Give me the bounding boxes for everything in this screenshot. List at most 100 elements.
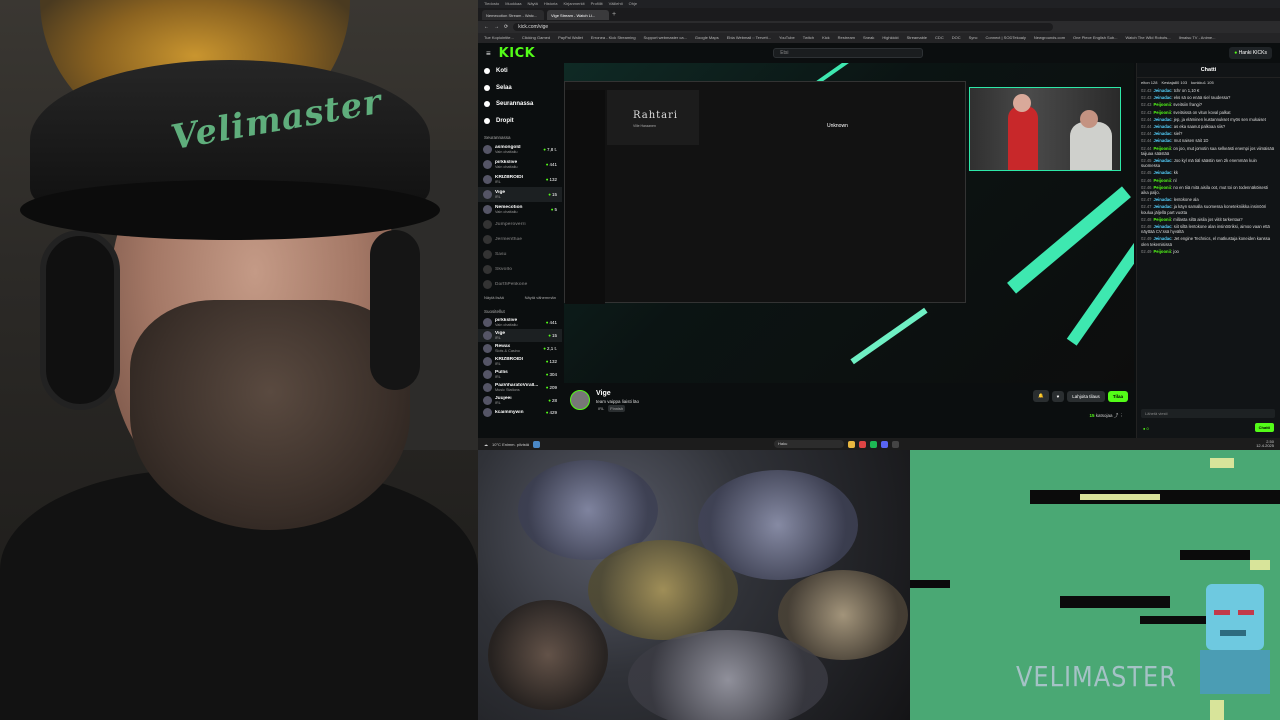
chat-input[interactable]: Lähetä viesti — [1141, 409, 1275, 418]
bookmark[interactable]: Sync — [969, 35, 978, 41]
channel-item[interactable]: JuujeeiIRL28 — [478, 394, 562, 407]
stream-tag[interactable]: Finnish — [608, 405, 626, 412]
nav-browse[interactable]: Selaa — [478, 80, 562, 97]
channel-item[interactable]: kcaimmywin 429 — [478, 407, 562, 418]
browser-tab-active[interactable]: Vige Stream - Watch Li... — [547, 9, 609, 20]
bookmark[interactable]: CDC — [935, 35, 944, 41]
menu-item[interactable]: Näytä — [527, 1, 537, 7]
channel-item-offline[interactable]: Skvollo — [478, 262, 562, 277]
video-player[interactable]: Rahtari Ville Haraanen Unknown — [564, 63, 1134, 383]
spotify-icon[interactable] — [869, 440, 877, 448]
channel-item[interactable]: PullisIRL304 — [478, 368, 562, 381]
chat-username[interactable]: Peijoonii — [1153, 110, 1170, 115]
chat-username[interactable]: Jeinadac — [1153, 197, 1171, 202]
bookmark[interactable]: DOC — [952, 35, 961, 41]
streamer-name[interactable]: Vige — [596, 390, 639, 397]
menu-item[interactable]: Välilehti — [609, 1, 623, 7]
channel-item[interactable]: pirkksliveVain chattailu441 — [478, 157, 562, 172]
bookmark[interactable]: PayPal Wallet — [558, 35, 583, 41]
menu-item[interactable]: Tiedosto — [484, 1, 499, 7]
bookmark[interactable]: Watch The Wild Robots... — [1126, 35, 1171, 41]
chat-username[interactable]: Jeinadac — [1153, 124, 1171, 129]
search-input[interactable]: Etsi — [773, 48, 924, 58]
menu-item[interactable]: Profiilit — [591, 1, 603, 7]
channel-item[interactable]: pirkksliveVain chattailu441 — [478, 316, 562, 329]
gift-subscription-button[interactable]: Lahjoita tilaus — [1067, 390, 1105, 402]
channel-item-offline[interactable]: Sasu — [478, 247, 562, 262]
subscribe-button[interactable]: Tilaa — [1107, 390, 1128, 402]
bookmark[interactable]: Tue Kopiointite... — [484, 35, 514, 41]
channel-item[interactable]: asmongoldVain chattailu7,8 t. — [478, 142, 562, 157]
channel-item-offline[interactable]: Jermenthae — [478, 232, 562, 247]
channel-item[interactable]: PaaViharatoVirall...Music Stations209 — [478, 381, 562, 394]
file-explorer-icon[interactable] — [847, 440, 855, 448]
channel-item-offline[interactable]: DarthPelikone — [478, 277, 562, 292]
bookmark[interactable]: Support webmaster ca... — [644, 35, 687, 41]
discord-icon[interactable] — [880, 440, 888, 448]
channel-item[interactable]: VigeIRL15 — [478, 329, 562, 342]
bookmark[interactable]: Erronea - Kick Streaming — [591, 35, 636, 41]
menu-icon[interactable]: ≡ — [486, 49, 491, 58]
bookmark[interactable]: Highkickt — [882, 35, 898, 41]
heart-icon[interactable]: ♥ — [1051, 390, 1065, 402]
menu-item[interactable]: Kirjanmerkit — [563, 1, 584, 7]
chat-username[interactable]: Jeinadac — [1153, 95, 1171, 100]
channel-item-offline[interactable]: Jumperoverri — [478, 217, 562, 232]
top-gifter[interactable]: elton 128 — [1141, 80, 1157, 85]
weather-widget[interactable]: 10°C Enimm. pilvistä — [492, 442, 529, 447]
streamer-avatar[interactable] — [570, 390, 590, 410]
channel-item[interactable]: VigeIRL15 — [478, 187, 562, 202]
bookmark[interactable]: Streamable — [907, 35, 927, 41]
top-gifter[interactable]: Kestaja80 103 — [1161, 80, 1187, 85]
channel-item[interactable]: NemecotionVain chattailu5 — [478, 202, 562, 217]
chat-username[interactable]: Jeinadac — [1153, 117, 1171, 122]
chat-username[interactable]: Jeinadac — [1153, 138, 1171, 143]
get-kicks-button[interactable]: ● Hanki KICKs — [1229, 47, 1272, 59]
chat-username[interactable]: Jeinadac — [1153, 131, 1171, 136]
browser-icon[interactable] — [858, 440, 866, 448]
menu-item[interactable]: Historia — [544, 1, 558, 7]
chat-username[interactable]: Jeinadac — [1153, 88, 1171, 93]
obs-icon[interactable] — [891, 440, 899, 448]
bookmark[interactable]: Connect | SODTekoaly — [986, 35, 1026, 41]
bookmark[interactable]: Twitch — [803, 35, 814, 41]
reload-icon[interactable]: ⟳ — [504, 24, 508, 30]
windows-start-icon[interactable] — [532, 440, 540, 448]
nav-drops[interactable]: Dropit — [478, 113, 562, 130]
kick-logo[interactable]: KICK — [499, 46, 536, 61]
bookmark[interactable]: Clicking Gamed — [522, 35, 550, 41]
top-gifter[interactable]: kunkku1 105 — [1191, 80, 1214, 85]
bookmark[interactable]: Ilmaisu TV - Anime... — [1179, 35, 1216, 41]
stream-category[interactable]: IRL — [596, 405, 606, 412]
chat-username[interactable]: Jeinadac — [1153, 170, 1171, 175]
channel-item[interactable]: KRIZBROIDIIRL132 — [478, 355, 562, 368]
menu-item[interactable]: Muokkaa — [505, 1, 521, 7]
nav-following[interactable]: Seurannassa — [478, 96, 562, 113]
bookmark[interactable]: Restream — [838, 35, 855, 41]
chat-send-button[interactable]: Chatti — [1254, 423, 1274, 432]
show-more-link[interactable]: Näytä lisää — [484, 295, 504, 300]
chat-username[interactable]: Peijoonii — [1153, 249, 1170, 254]
browser-tab[interactable]: Nemecotion Stream - Watc... — [482, 9, 544, 20]
channel-item[interactable]: KRIZBROIDIIRL132 — [478, 172, 562, 187]
bookmark[interactable]: Newgrounds.com — [1034, 35, 1065, 41]
bookmark[interactable]: YouTube — [779, 35, 795, 41]
forward-icon[interactable]: → — [494, 24, 499, 30]
bell-icon[interactable]: 🔔 — [1033, 390, 1049, 402]
bookmark[interactable]: Sneak — [863, 35, 874, 41]
bookmark[interactable]: One Piece English Sub... — [1073, 35, 1117, 41]
menu-item[interactable]: Ohje — [629, 1, 637, 7]
channel-item[interactable]: RewaxSlots & Casino2,1 t. — [478, 342, 562, 355]
taskbar-search[interactable]: Haku — [773, 440, 844, 448]
chat-username[interactable]: Peijoonii — [1153, 217, 1170, 222]
back-icon[interactable]: ← — [484, 24, 489, 30]
bookmark[interactable]: Google Maps — [695, 35, 719, 41]
new-tab-icon[interactable]: + — [612, 11, 622, 18]
chat-username[interactable]: Peijoonii — [1153, 102, 1170, 107]
url-input[interactable]: kick.com/vige — [513, 23, 1054, 31]
show-less-link[interactable]: Näytä vähemmän — [525, 295, 556, 300]
nav-home[interactable]: Koti — [478, 63, 562, 80]
taskbar-clock[interactable]: 2.50 12.4.2025 — [1256, 439, 1274, 449]
bookmark[interactable]: Ebia Webmail :: Tervett... — [727, 35, 771, 41]
bookmark[interactable]: Kick — [822, 35, 830, 41]
